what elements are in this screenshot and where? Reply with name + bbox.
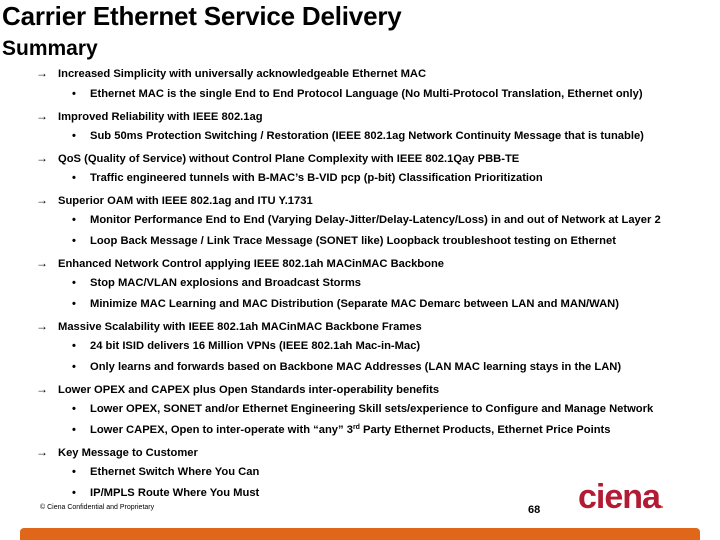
sub-list-item-text: Loop Back Message / Link Trace Message (… [90,235,616,247]
arrow-icon: → [36,151,48,165]
sub-list-item: • 24 bit ISID delivers 16 Million VPNs (I… [72,340,420,352]
sub-list-item: • Lower CAPEX, Open to inter-operate with… [72,424,611,436]
sub-list-item: • Sub 50ms Protection Switching / Restora… [72,130,644,142]
sub-list-item-text: Minimize MAC Learning and MAC Distributi… [90,298,619,310]
arrow-icon: → [36,193,48,207]
sub-list-item-text-cont: Party Ethernet Products, Ethernet Price … [359,424,611,436]
sub-list-item-text: 24 bit ISID delivers 16 Million VPNs (IE… [90,340,421,352]
logo-dot: . [659,495,664,511]
ordinal-suffix: rd [352,424,360,431]
slide-subtitle: Summary [2,37,98,60]
bullet-icon: • [72,88,76,100]
list-item-text: QoS (Quality of Service) without Control… [58,153,520,165]
list-item-text: Lower OPEX and CAPEX plus Open Standards… [58,384,440,396]
list-item: → Key Message to Customer [36,445,198,459]
sub-list-item: • Traffic engineered tunnels with B-MAC’s… [72,172,543,184]
sub-list-item: • Only learns and forwards based on Backb… [72,361,621,373]
sub-list-item-text: Stop MAC/VLAN explosions and Broadcast S… [90,277,362,289]
sub-list-item-text: Only learns and forwards based on Backbo… [90,361,622,373]
bullet-icon: • [72,277,76,289]
bullet-icon: • [72,424,76,436]
footer-bar [20,528,700,540]
bullet-icon: • [72,466,76,478]
sub-list-item-text: Lower OPEX, SONET and/or Ethernet Engine… [90,403,654,415]
sub-list-item-text: Monitor Performance End to End (Varying … [90,214,661,226]
sub-list-item-text: Ethernet Switch Where You Can [90,466,260,478]
copyright-notice: © Ciena Confidential and Proprietary [40,504,155,511]
sub-list-item: • Lower OPEX, SONET and/or Ethernet Engin… [72,403,653,415]
sub-list-item-text: IP/MPLS Route Where You Must [90,487,260,499]
bullet-icon: • [72,172,76,184]
sub-list-item-text: Lower CAPEX, Open to inter-operate with … [90,424,353,436]
bullet-icon: • [72,214,76,226]
bullet-icon: • [72,130,76,142]
list-item: → QoS (Quality of Service) without Contro… [36,151,519,165]
list-item: → Superior OAM with IEEE 802.1ag and ITU … [36,193,313,207]
logo-text: ciena [578,478,661,516]
sub-list-item-text: Traffic engineered tunnels with B-MAC’s … [90,172,543,184]
list-item-text: Key Message to Customer [58,447,198,459]
arrow-icon: → [36,256,48,270]
page-number: 68 [528,504,541,516]
bullet-icon: • [72,298,76,310]
arrow-icon: → [36,445,48,459]
arrow-icon: → [36,66,48,80]
list-item: → Enhanced Network Control applying IEEE … [36,256,444,270]
sub-list-item-text: Sub 50ms Protection Switching / Restorat… [90,130,644,142]
arrow-icon: → [36,319,48,333]
sub-list-item: • Stop MAC/VLAN explosions and Broadcast … [72,277,361,289]
ciena-logo: ciena. [578,478,664,517]
list-item-text: Increased Simplicity with universally ac… [58,68,427,80]
list-item-text: Enhanced Network Control applying IEEE 8… [58,258,445,270]
list-item-text: Improved Reliability with IEEE 802.1ag [58,111,263,123]
list-item-text: Superior OAM with IEEE 802.1ag and ITU Y… [58,195,313,207]
sub-list-item: • Ethernet MAC is the single End to End P… [72,88,643,100]
list-item: → Lower OPEX and CAPEX plus Open Standard… [36,382,439,396]
list-item: → Improved Reliability with IEEE 802.1ag [36,109,263,123]
sub-list-item: • IP/MPLS Route Where You Must [72,487,259,499]
sub-list-item: • Monitor Performance End to End (Varying… [72,214,661,226]
sub-list-item-text: Ethernet MAC is the single End to End Pr… [90,88,643,100]
sub-list-item: • Loop Back Message / Link Trace Message … [72,235,616,247]
list-item: → Massive Scalability with IEEE 802.1ah M… [36,319,422,333]
sub-list-item: • Minimize MAC Learning and MAC Distribut… [72,298,619,310]
bullet-icon: • [72,403,76,415]
arrow-icon: → [36,109,48,123]
bullet-icon: • [72,487,76,499]
arrow-icon: → [36,382,48,396]
list-item: → Increased Simplicity with universally a… [36,66,426,80]
bullet-icon: • [72,340,76,352]
list-item-text: Massive Scalability with IEEE 802.1ah MA… [58,321,422,333]
slide-title: Carrier Ethernet Service Delivery [2,1,402,31]
sub-list-item: • Ethernet Switch Where You Can [72,466,259,478]
bullet-icon: • [72,235,76,247]
bullet-icon: • [72,361,76,373]
